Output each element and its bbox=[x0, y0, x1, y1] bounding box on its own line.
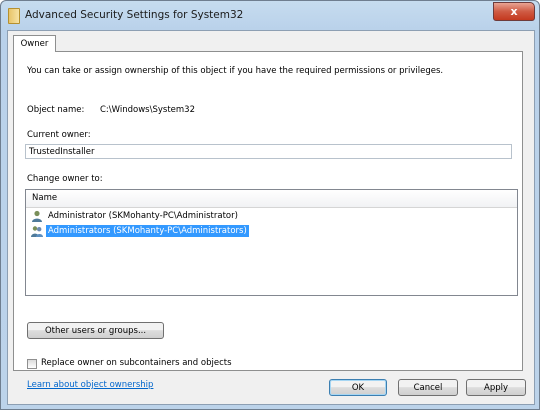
group-icon bbox=[31, 226, 43, 237]
tab-owner[interactable]: Owner bbox=[13, 35, 56, 52]
current-owner-field[interactable]: TrustedInstaller bbox=[25, 144, 512, 159]
list-header-name[interactable]: Name bbox=[26, 190, 517, 208]
list-item-label: Administrators (SKMohanty-PC\Administrat… bbox=[46, 225, 249, 237]
advanced-security-settings-window: Advanced Security Settings for System32 … bbox=[0, 0, 540, 410]
change-owner-list[interactable]: Name Administrator (SKMohanty-PC\Adminis… bbox=[25, 189, 518, 296]
apply-button[interactable]: Apply bbox=[466, 379, 526, 396]
current-owner-label: Current owner: bbox=[27, 130, 91, 140]
replace-owner-label: Replace owner on subcontainers and objec… bbox=[41, 358, 232, 368]
learn-about-ownership-link[interactable]: Learn about object ownership bbox=[27, 380, 153, 390]
replace-owner-checkbox[interactable] bbox=[27, 359, 37, 369]
user-icon bbox=[32, 210, 42, 222]
ok-button[interactable]: OK bbox=[329, 379, 387, 396]
cancel-button[interactable]: Cancel bbox=[398, 379, 458, 396]
intro-text: You can take or assign ownership of this… bbox=[27, 66, 444, 76]
list-item-administrator[interactable]: Administrator (SKMohanty-PC\Administrato… bbox=[29, 209, 329, 223]
folder-icon bbox=[8, 8, 20, 24]
dialog-client-area: Owner You can take or assign ownership o… bbox=[7, 30, 535, 405]
owner-tab-panel: You can take or assign ownership of this… bbox=[13, 51, 523, 390]
title-bar[interactable]: Advanced Security Settings for System32 … bbox=[1, 1, 539, 29]
list-item-administrators[interactable]: Administrators (SKMohanty-PC\Administrat… bbox=[29, 224, 329, 238]
object-name-value: C:\Windows\System32 bbox=[100, 105, 195, 115]
list-item-label: Administrator (SKMohanty-PC\Administrato… bbox=[48, 211, 238, 221]
list-header-label: Name bbox=[32, 193, 58, 203]
change-owner-label: Change owner to: bbox=[27, 174, 103, 184]
other-users-or-groups-button[interactable]: Other users or groups... bbox=[27, 322, 164, 339]
window-title: Advanced Security Settings for System32 bbox=[25, 9, 244, 21]
object-name-label: Object name: bbox=[27, 105, 85, 115]
close-button[interactable]: x bbox=[493, 2, 535, 21]
